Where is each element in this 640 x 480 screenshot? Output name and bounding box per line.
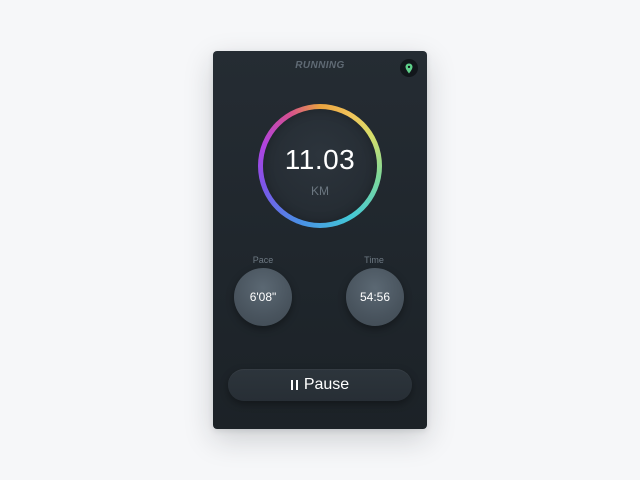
distance-value: 11.03 (284, 144, 356, 175)
pace-label: Pace (252, 255, 274, 265)
page: RUNNING 11.03 KM Pace 6'08" Time 54:56 P… (0, 0, 640, 480)
running-app-card: RUNNING 11.03 KM Pace 6'08" Time 54:56 P… (213, 51, 427, 429)
app-title: RUNNING (295, 60, 345, 71)
pause-button[interactable]: Pause (228, 369, 412, 401)
time-stat: 54:56 (346, 268, 404, 326)
pause-icon (290, 380, 298, 390)
location-button[interactable] (400, 59, 418, 77)
time-value: 54:56 (359, 290, 391, 304)
time-label: Time (364, 255, 384, 265)
pause-label: Pause (303, 376, 350, 393)
map-pin-icon (405, 63, 413, 73)
distance-ring: 11.03 KM (258, 104, 382, 228)
pace-stat: 6'08" (234, 268, 292, 326)
distance-unit: KM (311, 184, 329, 198)
pace-value: 6'08" (249, 290, 277, 304)
